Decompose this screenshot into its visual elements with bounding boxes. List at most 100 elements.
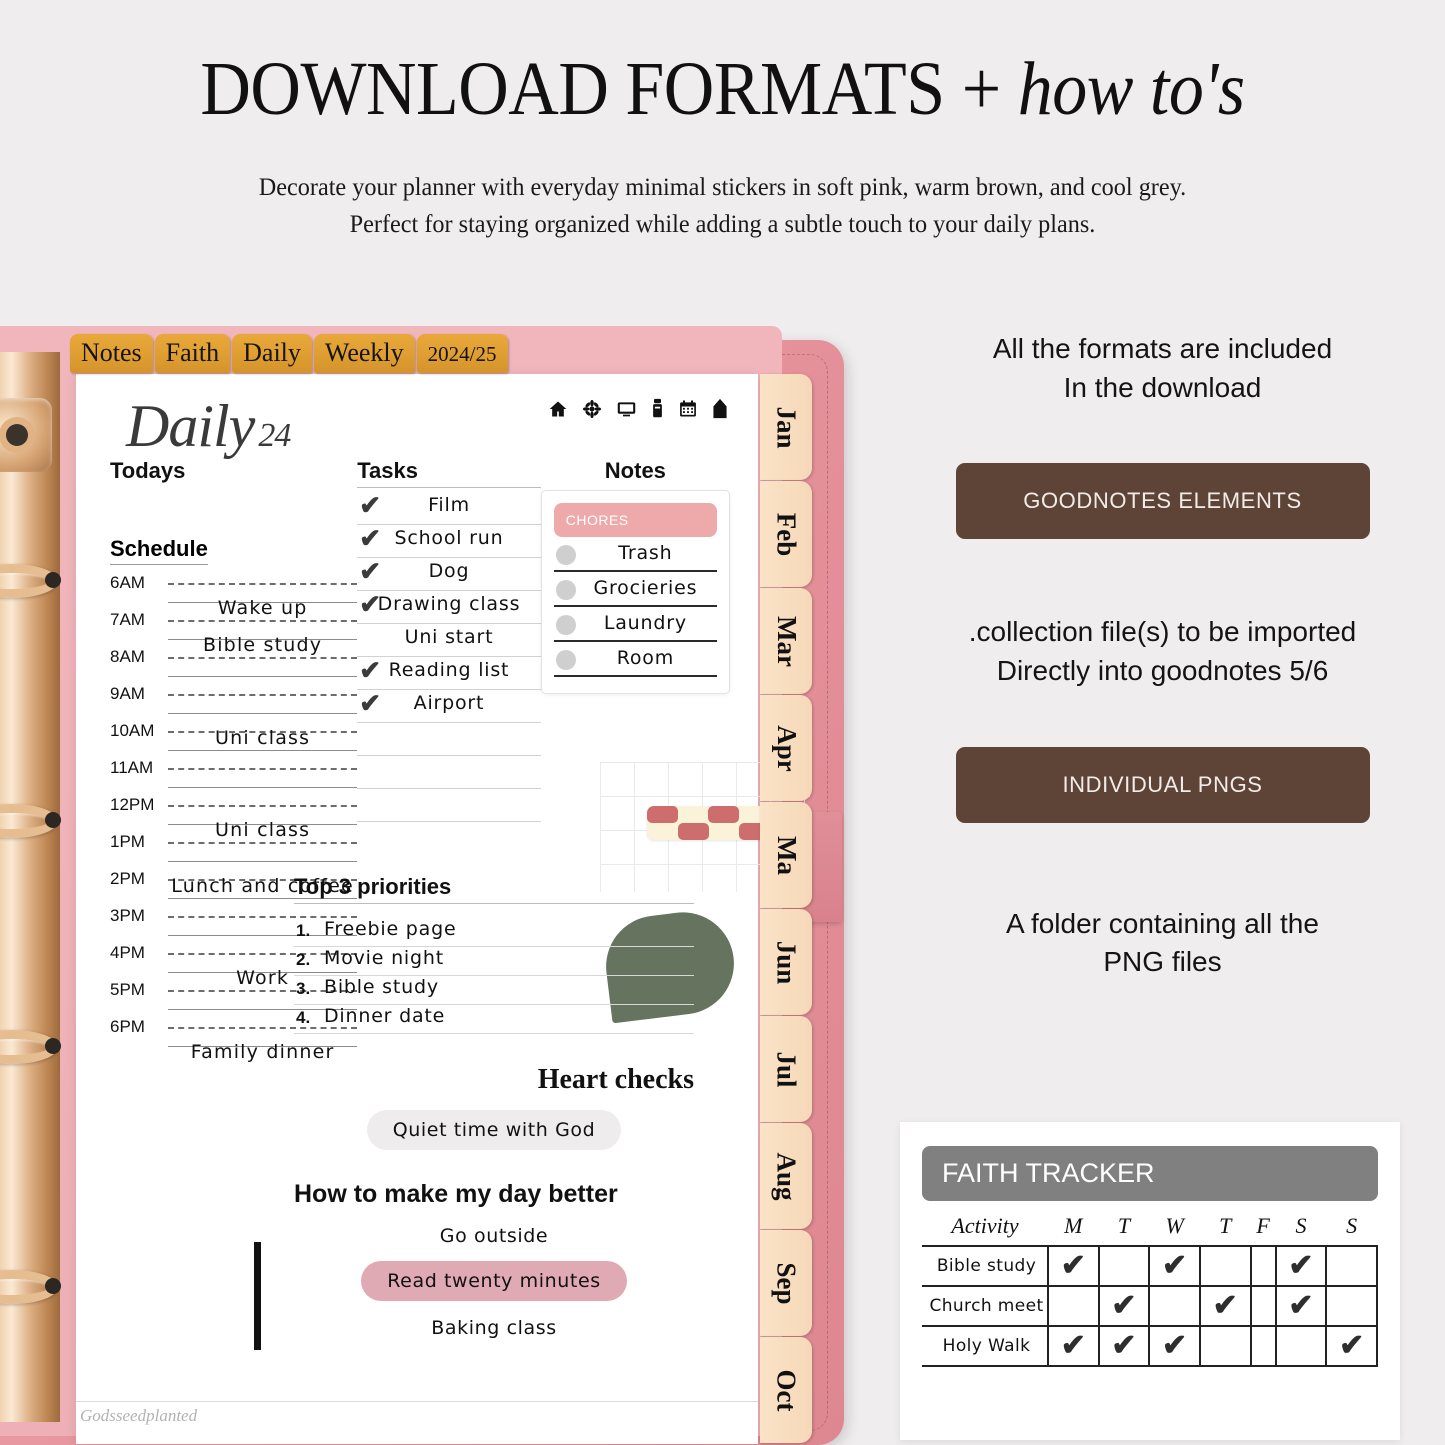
- task-row[interactable]: ✔ Reading list: [357, 655, 541, 691]
- task-row[interactable]: ✔ Dog: [357, 556, 541, 592]
- chore-text[interactable]: Grocieries: [574, 577, 717, 599]
- tab-daily[interactable]: Daily: [232, 334, 312, 374]
- tab-year[interactable]: 2024/25: [416, 334, 508, 374]
- faith-cell[interactable]: [1148, 1285, 1201, 1327]
- task-row[interactable]: Uni start: [357, 624, 541, 658]
- priority-row[interactable]: 3. Bible study: [294, 976, 694, 1006]
- faith-cell[interactable]: ✔: [1047, 1325, 1100, 1367]
- schedule-row[interactable]: 11AM: [110, 756, 358, 793]
- task-row[interactable]: [357, 723, 541, 757]
- chore-checkbox[interactable]: [555, 650, 576, 670]
- tab-faith[interactable]: Faith: [154, 334, 231, 374]
- faith-tracker-body[interactable]: Bible study ✔ ✔ ✔ Church meet ✔ ✔ ✔ Holy Walk ✔ ✔ ✔…: [922, 1245, 1378, 1367]
- tab-notes[interactable]: Notes: [70, 334, 153, 374]
- faith-tracker-row[interactable]: Church meet ✔ ✔ ✔: [922, 1285, 1378, 1327]
- month-tab-apr[interactable]: Apr: [760, 695, 812, 801]
- faith-tracker-row[interactable]: Holy Walk ✔ ✔ ✔ ✔: [922, 1325, 1378, 1367]
- priority-row[interactable]: 1. Freebie page: [294, 918, 694, 948]
- faith-cell[interactable]: ✔: [1274, 1285, 1328, 1327]
- calendar-icon[interactable]: [678, 399, 698, 419]
- home-icon[interactable]: [548, 399, 568, 419]
- task-text[interactable]: Uni start: [357, 626, 540, 648]
- faith-cell[interactable]: ✔: [1097, 1285, 1151, 1327]
- faith-cell[interactable]: ✔: [1274, 1245, 1328, 1287]
- faith-cell[interactable]: [1198, 1245, 1252, 1287]
- faith-cell[interactable]: ✔: [1047, 1245, 1100, 1287]
- schedule-row[interactable]: 9AM: [110, 682, 358, 719]
- task-text[interactable]: School run: [357, 527, 540, 549]
- chore-row[interactable]: Grocieries: [553, 576, 717, 607]
- faith-cell[interactable]: [1097, 1245, 1151, 1287]
- chore-row[interactable]: Laundry: [553, 611, 717, 642]
- goodnotes-elements-button[interactable]: GOODNOTES ELEMENTS: [955, 463, 1370, 540]
- chore-row[interactable]: Trash: [553, 541, 717, 572]
- faith-cell[interactable]: [1198, 1325, 1252, 1367]
- faith-cell[interactable]: [1325, 1245, 1378, 1287]
- chore-text[interactable]: Laundry: [574, 612, 717, 634]
- schedule-row[interactable]: 8AM: [110, 645, 358, 682]
- planner-top-tabs[interactable]: Notes Faith Daily Weekly 2024/25: [70, 334, 508, 374]
- faith-cell[interactable]: [1249, 1245, 1277, 1287]
- chores-list[interactable]: Trash Grocieries Laundry Room: [553, 541, 717, 677]
- faith-cell[interactable]: ✔: [1148, 1245, 1201, 1287]
- faith-tracker-row[interactable]: Bible study ✔ ✔ ✔: [922, 1245, 1378, 1287]
- bookmark-icon[interactable]: [712, 398, 728, 419]
- chore-row[interactable]: Room: [553, 646, 717, 677]
- better-item-2[interactable]: Baking class: [294, 1317, 694, 1339]
- schedule-entry[interactable]: Uni class: [168, 727, 357, 749]
- heart-check-item[interactable]: Quiet time with God: [366, 1110, 622, 1151]
- schedule-row[interactable]: 7AM Bible study: [110, 608, 358, 656]
- monitor-icon[interactable]: [616, 398, 637, 419]
- month-tab-aug[interactable]: Aug: [760, 1123, 812, 1229]
- task-row[interactable]: [357, 756, 541, 790]
- priority-text[interactable]: Bible study: [324, 976, 439, 998]
- faith-cell[interactable]: [1274, 1325, 1328, 1367]
- priority-row[interactable]: 4. Dinner date: [294, 1005, 694, 1035]
- faith-cell[interactable]: [1249, 1325, 1277, 1367]
- chore-text[interactable]: Trash: [574, 542, 717, 564]
- priority-row[interactable]: 2. Movie night: [294, 947, 694, 977]
- task-text[interactable]: Reading list: [357, 659, 540, 681]
- task-text[interactable]: Film: [357, 494, 540, 516]
- tab-weekly[interactable]: Weekly: [313, 334, 415, 374]
- task-row[interactable]: ✔ School run: [357, 523, 541, 559]
- planner-month-tabs[interactable]: Jan Feb Mar Apr Ma Jun Jul Aug Sep Oct: [760, 374, 812, 1443]
- month-tab-jul[interactable]: Jul: [760, 1016, 812, 1122]
- schedule-row[interactable]: 1PM: [110, 830, 358, 867]
- month-tab-sep[interactable]: Sep: [760, 1230, 812, 1336]
- schedule-row[interactable]: 6AM Wake up: [110, 571, 358, 619]
- task-text[interactable]: Airport: [357, 692, 540, 714]
- priority-text[interactable]: Dinner date: [324, 1005, 445, 1027]
- faith-cell[interactable]: [1047, 1285, 1100, 1327]
- faith-cell[interactable]: ✔: [1097, 1325, 1151, 1367]
- task-text[interactable]: Dog: [357, 560, 540, 582]
- task-row[interactable]: [357, 789, 541, 823]
- chores-widget[interactable]: CHORES Trash Grocieries Laundry Room: [540, 490, 730, 694]
- priorities-list[interactable]: 1. Freebie page 2. Movie night 3. Bible study…: [294, 906, 740, 1035]
- faith-cell[interactable]: ✔: [1148, 1325, 1201, 1367]
- better-item-1[interactable]: Read twenty minutes: [361, 1261, 627, 1302]
- flower-icon[interactable]: [582, 399, 602, 419]
- schedule-row[interactable]: 10AM Uni class: [110, 719, 358, 756]
- priority-text[interactable]: Freebie page: [324, 918, 456, 940]
- faith-cell[interactable]: [1325, 1285, 1378, 1327]
- chore-checkbox[interactable]: [555, 545, 576, 565]
- chore-checkbox[interactable]: [555, 615, 576, 635]
- marker-icon[interactable]: [651, 398, 664, 419]
- schedule-row[interactable]: 12PM Uni class: [110, 793, 358, 841]
- chore-text[interactable]: Room: [574, 647, 717, 669]
- month-tab-oct[interactable]: Oct: [760, 1337, 812, 1443]
- month-tab-ma[interactable]: Ma: [760, 802, 812, 908]
- faith-cell[interactable]: ✔: [1198, 1285, 1252, 1327]
- month-tab-jan[interactable]: Jan: [760, 374, 812, 480]
- page-icon-row[interactable]: [548, 398, 728, 419]
- month-tab-feb[interactable]: Feb: [760, 481, 812, 587]
- better-item-0[interactable]: Go outside: [294, 1225, 694, 1247]
- faith-tracker-table[interactable]: Activity M T W T F S S Bible study ✔ ✔ ✔ Church mee…: [922, 1213, 1378, 1367]
- task-row[interactable]: ✔ Airport: [357, 688, 541, 724]
- priority-text[interactable]: Movie night: [324, 947, 444, 969]
- task-text[interactable]: Drawing class: [357, 593, 540, 615]
- tasks-list[interactable]: ✔ Film ✔ School run ✔ Dog ✔ Drawing class Uni st…: [357, 490, 541, 823]
- faith-cell[interactable]: ✔: [1325, 1325, 1378, 1367]
- task-row[interactable]: ✔ Film: [357, 490, 541, 526]
